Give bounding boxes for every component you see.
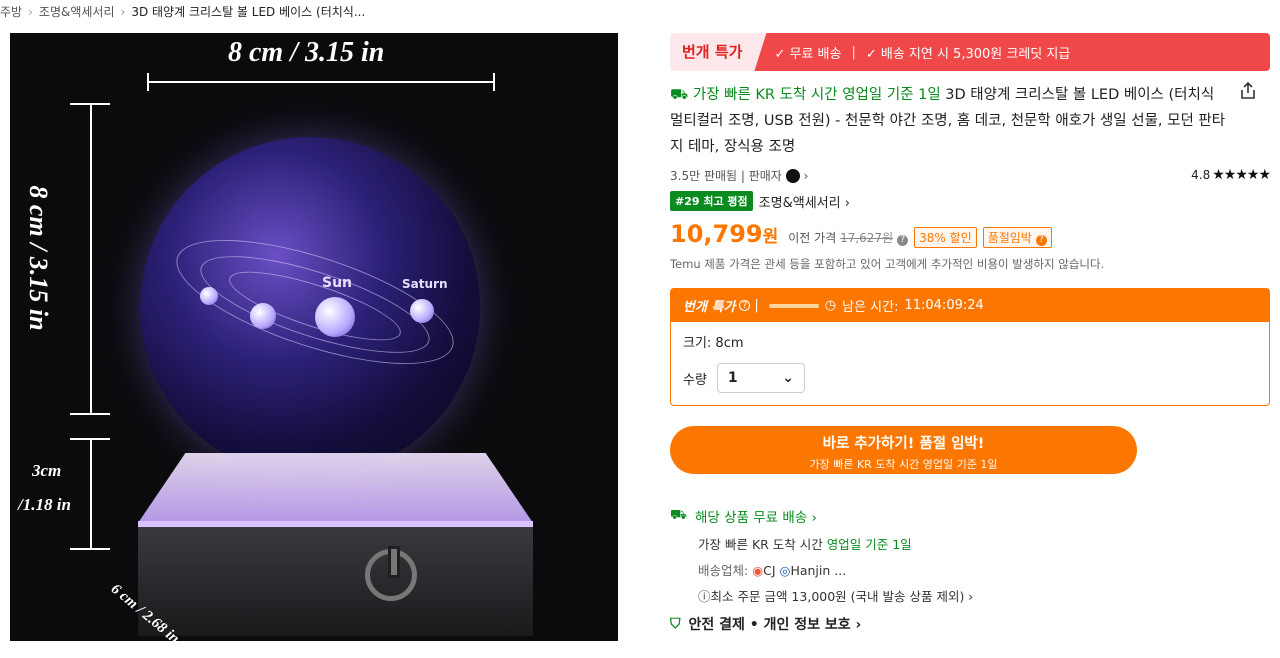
timer-label: 남은 시간: xyxy=(842,300,899,315)
quantity-value: 1 xyxy=(727,370,738,386)
flash-sale-banner: 번개 특가 ✓ 무료 배송 | ✓ 배송 지연 시 5,300원 크레딧 지급 xyxy=(670,33,1270,71)
seller-link[interactable]: 3.5만 판매됨 | 판매자 › xyxy=(670,167,808,184)
product-details: 번개 특가 ✓ 무료 배송 | ✓ 배송 지연 시 5,300원 크레딧 지급 … xyxy=(670,33,1271,634)
height-dimension-line xyxy=(90,103,92,413)
current-price: 10,799원 xyxy=(670,220,779,248)
dimension-tick xyxy=(147,73,149,91)
hanjin-logo-icon: ◎ xyxy=(779,563,791,578)
dimension-tick xyxy=(493,73,495,91)
cta-main-label: 바로 추가하기! 품절 임박! xyxy=(822,436,985,452)
flash-sale-panel: 번개 특가 ? | ◷ 남은 시간: 11:04:09:24 크기: 8cm 수… xyxy=(670,288,1270,406)
cj-logo-icon: ◉ xyxy=(752,563,764,578)
quantity-select[interactable]: 1 ⌄ xyxy=(716,363,805,393)
fast-delivery-label: ⛟ 가장 빠른 KR 도착 시간 영업일 기준 1일 xyxy=(670,87,941,103)
shipping-section: ⛟ 해당 상품 무료 배송 › 가장 빠른 KR 도착 시간 영업일 기준 1일… xyxy=(670,506,1270,634)
share-icon[interactable] xyxy=(1238,81,1258,101)
base-height-label: 3cm xyxy=(32,461,62,480)
crystal-ball: Sun Saturn xyxy=(140,137,480,477)
saturn-label: Saturn xyxy=(402,277,448,291)
saturn-planet xyxy=(410,299,434,323)
quantity-label: 수량 xyxy=(683,372,707,388)
sun-label: Sun xyxy=(322,275,353,291)
free-shipping-label: ✓ 무료 배송 xyxy=(774,46,842,62)
add-to-cart-button[interactable]: 바로 추가하기! 품절 임박! 가장 빠른 KR 도착 시간 영업일 기준 1일 xyxy=(670,426,1137,474)
sold-count: 3.5만 판매됨 | 판매자 xyxy=(670,168,782,183)
price-row: 10,799원 이전 가격 17,627원? 38% 할인 품절임박? xyxy=(670,220,1270,250)
dimension-tick xyxy=(70,438,110,440)
truck-icon: ⛟ xyxy=(670,507,687,523)
dimension-tick xyxy=(70,548,110,550)
chevron-right-icon: › xyxy=(120,5,126,19)
width-label: 8 cm / 3.15 in xyxy=(228,37,385,68)
chevron-down-icon: ⌄ xyxy=(782,370,794,386)
category-link[interactable]: 조명&액세서리 › xyxy=(759,192,850,211)
meta-row: 3.5만 판매됨 | 판매자 › 4.8 ★★★★★ xyxy=(670,164,1271,186)
breadcrumb: 주방 › 조명&액세서리 › 3D 태양계 크리스탈 볼 LED 베이스 (터치식... xyxy=(0,3,365,20)
breadcrumb-item-kitchen[interactable]: 주방 xyxy=(0,5,22,19)
flash-panel-body: 크기: 8cm 수량 1 ⌄ xyxy=(671,322,1269,405)
cta-sub-label: 가장 빠른 KR 도착 시간 영업일 기준 1일 xyxy=(809,458,998,471)
width-dimension-line xyxy=(147,81,495,83)
delay-credit-label: ✓ 배송 지연 시 5,300원 크레딧 지급 xyxy=(865,46,1071,62)
low-stock-badge[interactable]: 품절임박? xyxy=(982,227,1052,248)
fastest-delivery: 가장 빠른 KR 도착 시간 영업일 기준 1일 xyxy=(698,537,912,552)
carriers-row[interactable]: 배송업체: ◉CJ ◎Hanjin ... xyxy=(698,560,1270,578)
seller-avatar xyxy=(785,169,800,183)
divider: | xyxy=(754,298,759,313)
base-height-line xyxy=(90,438,92,548)
flash-sale-tag: 번개 특가 xyxy=(670,33,755,71)
timer-value: 11:04:09:24 xyxy=(904,298,984,313)
planet xyxy=(250,303,276,329)
shield-check-icon: ⛉ xyxy=(670,616,681,632)
led-base xyxy=(138,521,533,636)
product-image[interactable]: 8 cm / 3.15 in 8 cm / 3.15 in 3cm /1.18 … xyxy=(10,33,618,641)
product-title: ⛟ 가장 빠른 KR 도착 시간 영업일 기준 1일 3D 태양계 크리스탈 볼… xyxy=(670,82,1230,160)
quantity-row: 수량 1 ⌄ xyxy=(683,363,1257,393)
free-shipping-link[interactable]: ⛟ 해당 상품 무료 배송 › xyxy=(670,506,1270,526)
size-option[interactable]: 크기: 8cm xyxy=(683,332,1257,351)
min-order-notice[interactable]: ⓘ최소 주문 금액 13,000원 (국내 발송 상품 제외) › xyxy=(698,586,1270,604)
info-icon: ⓘ xyxy=(698,589,711,604)
flash-panel-header: 번개 특가 ? | ◷ 남은 시간: 11:04:09:24 xyxy=(671,289,1269,322)
price-notice: Temu 제품 가격은 관세 등을 포함하고 있어 고객에게 추가적인 비용이 … xyxy=(670,257,1105,271)
height-label: 8 cm / 3.15 in xyxy=(24,185,53,331)
help-icon: ? xyxy=(1035,235,1047,246)
breadcrumb-item-lighting[interactable]: 조명&액세서리 xyxy=(39,5,115,19)
help-icon[interactable]: ? xyxy=(897,235,909,246)
discount-badge: 38% 할인 xyxy=(914,227,977,248)
rating[interactable]: 4.8 ★★★★★ xyxy=(1191,167,1271,183)
base-height-label-in: /1.18 in xyxy=(18,495,71,514)
clock-icon: ◷ xyxy=(824,298,837,313)
timer-progress xyxy=(768,303,819,308)
divider: | xyxy=(851,44,856,60)
rating-value: 4.8 xyxy=(1191,168,1211,182)
flash-panel-label: 번개 특가 xyxy=(683,300,736,315)
sun-planet xyxy=(315,297,355,337)
breadcrumb-current: 3D 태양계 크리스탈 볼 LED 베이스 (터치식... xyxy=(131,5,366,19)
best-rating-badge: #29 최고 평점 xyxy=(670,191,753,211)
benefit-band: ✓ 무료 배송 | ✓ 배송 지연 시 5,300원 크레딧 지급 xyxy=(754,33,1270,71)
previous-price: 이전 가격 17,627원? xyxy=(788,229,909,246)
led-base-top xyxy=(138,453,533,523)
secure-payment-link[interactable]: ⛉ 안전 결제 • 개인 정보 보호 › xyxy=(670,614,1270,634)
planet xyxy=(200,287,218,305)
star-icons: ★★★★★ xyxy=(1212,167,1271,183)
power-icon xyxy=(365,546,417,601)
dimension-tick xyxy=(70,413,110,415)
ranking-row[interactable]: #29 최고 평점 조명&액세서리 › xyxy=(670,190,1270,212)
dimension-tick xyxy=(70,103,110,105)
help-icon[interactable]: ? xyxy=(739,300,751,311)
chevron-right-icon: › xyxy=(28,5,33,19)
